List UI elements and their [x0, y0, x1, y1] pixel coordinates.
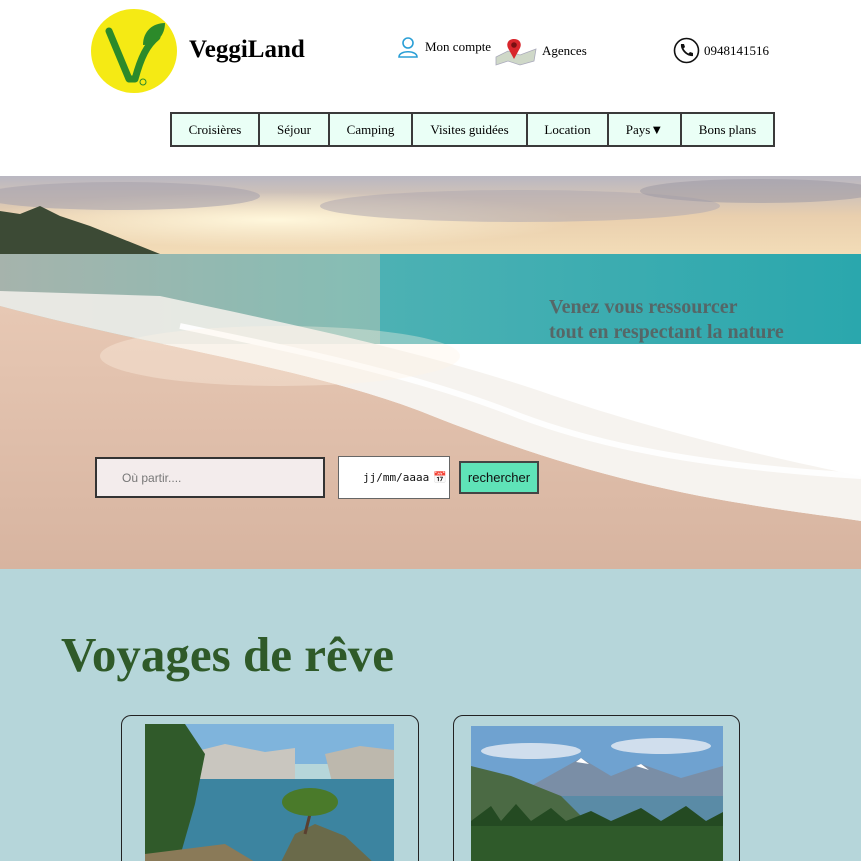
- veggie-logo-icon[interactable]: [91, 9, 177, 93]
- agences-link[interactable]: Agences: [494, 35, 587, 67]
- nav-sejour[interactable]: Séjour: [258, 112, 330, 147]
- trip-card-mountains[interactable]: [453, 715, 740, 861]
- brand-name[interactable]: VeggiLand: [189, 36, 305, 64]
- main-nav: Croisières Séjour Camping Visites guidée…: [170, 112, 775, 147]
- nav-bons-plans[interactable]: Bons plans: [680, 112, 775, 147]
- tagline-line-2: tout en respectant la nature: [549, 321, 784, 343]
- nav-pays-dropdown[interactable]: Pays▼: [607, 112, 682, 147]
- departure-date-input[interactable]: jj/mm/aaaa 📅: [338, 456, 450, 499]
- mountain-lake-photo: [471, 726, 723, 861]
- search-button[interactable]: rechercher: [459, 461, 539, 494]
- phone-contact[interactable]: 0948141516: [673, 37, 769, 64]
- agences-label: Agences: [542, 43, 587, 58]
- hero-banner: Venez vous ressourcer tout en respectant…: [0, 176, 861, 569]
- beach-hero-image: [0, 176, 861, 569]
- destination-search-input[interactable]: [95, 457, 325, 498]
- trip-card-calanques[interactable]: [121, 715, 419, 861]
- section-title: Voyages de rêve: [61, 627, 394, 682]
- date-placeholder: jj/mm/aaaa: [363, 471, 430, 484]
- tagline-line-1: Venez vous ressourcer: [549, 296, 738, 318]
- map-pin-icon: [495, 39, 537, 66]
- dream-trips-section: Voyages de rêve: [0, 569, 861, 861]
- calanques-photo: [145, 724, 394, 861]
- phone-number: 0948141516: [704, 42, 769, 58]
- phone-icon: [673, 37, 700, 64]
- site-header: VeggiLand Mon compte Agences 0948141516 …: [0, 0, 861, 176]
- nav-visites-guidees[interactable]: Visites guidées: [411, 112, 528, 147]
- account-label: Mon compte: [425, 39, 492, 54]
- nav-camping[interactable]: Camping: [328, 112, 413, 147]
- calendar-icon[interactable]: 📅: [433, 471, 447, 484]
- nav-location[interactable]: Location: [526, 112, 609, 147]
- nav-croisieres[interactable]: Croisières: [170, 112, 260, 147]
- hero-tagline: Venez vous ressourcer tout en respectant…: [549, 295, 784, 345]
- user-icon: [398, 37, 418, 58]
- account-link[interactable]: Mon compte: [397, 36, 491, 58]
